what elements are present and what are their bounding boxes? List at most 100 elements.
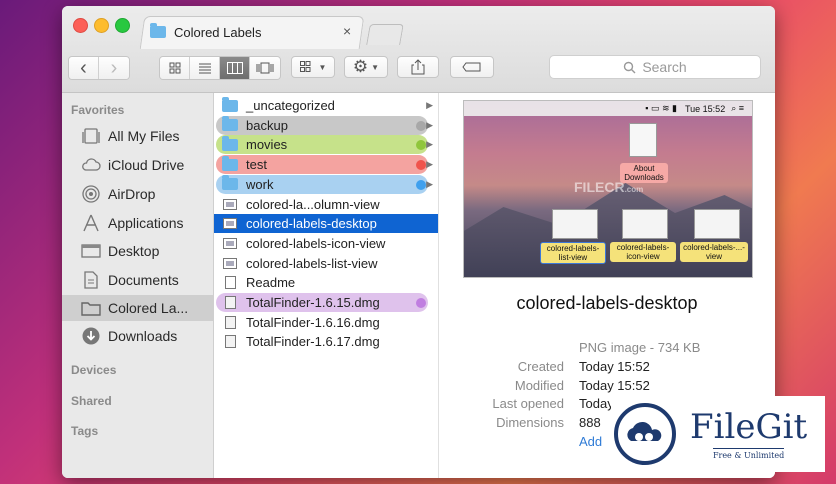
sidebar: Favorites All My Files iCloud Drive AirD…: [62, 93, 214, 478]
file-row[interactable]: backup ▶: [214, 115, 438, 135]
sidebar-item-downloads[interactable]: Downloads: [62, 323, 213, 349]
folder-icon: [150, 23, 166, 38]
disk-image-icon: [222, 315, 238, 329]
file-row[interactable]: TotalFinder-1.6.16.dmg: [214, 313, 438, 332]
disk-image-icon: [222, 335, 238, 349]
filegit-logo-icon: [614, 403, 676, 465]
file-row[interactable]: colored-labels-desktop: [214, 214, 438, 234]
sidebar-item-desktop[interactable]: Desktop: [62, 238, 213, 264]
forward-button[interactable]: ›: [99, 57, 129, 79]
tab-colored-labels[interactable]: Colored Labels: [150, 20, 360, 44]
thumbnail-window-2: [622, 209, 668, 239]
meta-last-opened-label: Last opened: [492, 396, 564, 411]
preview-title: colored-labels-desktop: [516, 293, 698, 313]
disclosure-arrow-icon: ▶: [426, 139, 433, 150]
cover-flow-button[interactable]: [250, 57, 280, 79]
tags-button[interactable]: [450, 56, 494, 78]
disclosure-arrow-icon: ▶: [426, 119, 433, 130]
applications-icon: [80, 214, 102, 232]
list-icon: [198, 63, 211, 74]
chevron-down-icon: ▼: [318, 62, 327, 72]
new-tab-button[interactable]: [366, 24, 404, 45]
back-button[interactable]: ‹: [69, 57, 99, 79]
zoom-window-button[interactable]: [115, 18, 130, 33]
file-name: colored-labels-desktop: [246, 216, 377, 232]
sidebar-item-applications[interactable]: Applications: [62, 210, 213, 236]
file-row[interactable]: colored-labels-icon-view: [214, 234, 438, 253]
color-label-dot: [416, 120, 426, 131]
file-row[interactable]: Readme: [214, 273, 438, 292]
file-name: TotalFinder-1.6.15.dmg: [246, 295, 380, 310]
arrange-button[interactable]: ▼: [291, 56, 335, 78]
thumbnail-file-icon: [629, 123, 657, 157]
close-window-button[interactable]: [73, 18, 88, 33]
thumbnail-label-1: colored-labels-list-view: [540, 242, 606, 264]
preview-kind: PNG image - 734 KB: [579, 340, 701, 355]
thumbnail-watermark-sub: .com: [624, 185, 644, 194]
disk-image-icon: [222, 296, 238, 309]
file-name: Readme: [246, 275, 296, 291]
icon-view-button[interactable]: [160, 57, 190, 79]
meta-modified-value: Today 15:52: [579, 378, 650, 393]
sidebar-item-colored-labels[interactable]: Colored La...: [62, 295, 213, 321]
disclosure-arrow-icon: ▶: [426, 159, 433, 170]
search-field[interactable]: Search: [549, 55, 761, 79]
chevron-down-icon: ▼: [371, 62, 380, 72]
file-name: colored-la...olumn-view: [246, 196, 380, 212]
list-view-button[interactable]: [190, 57, 220, 79]
preview-thumbnail[interactable]: ▪ ▭ ≋ ▮ Tue 15:52 ⌕ ≡ About Downloads FI…: [463, 100, 753, 278]
sidebar-item-label: AirDrop: [108, 186, 156, 202]
devices-heading[interactable]: Devices: [71, 363, 116, 377]
file-row[interactable]: test ▶: [214, 155, 438, 175]
all-files-icon: [80, 128, 102, 144]
file-row[interactable]: _uncategorized ▶: [214, 96, 438, 115]
sidebar-item-label: Applications: [108, 215, 184, 231]
image-file-icon: [222, 218, 238, 230]
color-label-dot: [416, 179, 426, 190]
sidebar-item-all-my-files[interactable]: All My Files: [62, 123, 213, 149]
disclosure-arrow-icon: ▶: [426, 100, 433, 110]
chevron-left-icon: ‹: [80, 57, 87, 79]
filegit-text: FileGit Free & Unlimited: [690, 408, 807, 460]
file-row[interactable]: work ▶: [214, 174, 438, 194]
add-tags-link[interactable]: Add: [579, 434, 602, 449]
folder-icon: [222, 116, 238, 132]
file-name: colored-labels-icon-view: [246, 235, 386, 251]
file-row[interactable]: movies ▶: [214, 135, 438, 155]
folder-icon: [222, 175, 238, 191]
share-button[interactable]: [397, 56, 439, 78]
file-row[interactable]: colored-la...olumn-view: [214, 195, 438, 214]
thumbnail-watermark-text: FILECR: [574, 179, 625, 195]
file-row[interactable]: colored-labels-list-view: [214, 254, 438, 273]
image-file-icon: [222, 237, 238, 249]
tab-title: Colored Labels: [174, 24, 262, 40]
meta-modified-label: Modified: [514, 378, 564, 393]
thumbnail-label-3: colored-labels-...-view: [680, 242, 748, 262]
documents-icon: [80, 271, 102, 289]
nav-buttons: ‹ ›: [68, 56, 130, 80]
shared-heading[interactable]: Shared: [71, 394, 112, 408]
airdrop-icon: [80, 185, 102, 203]
minimize-window-button[interactable]: [94, 18, 109, 33]
sidebar-item-documents[interactable]: Documents: [62, 267, 213, 293]
image-file-icon: [222, 257, 238, 269]
tab-close-icon[interactable]: ×: [343, 23, 351, 39]
search-icon: [624, 61, 636, 73]
sidebar-item-icloud-drive[interactable]: iCloud Drive: [62, 152, 213, 178]
sidebar-item-label: All My Files: [108, 128, 180, 144]
thumbnail-window-3: [694, 209, 740, 239]
folder-icon: [222, 135, 238, 151]
file-name: backup: [246, 117, 288, 133]
filegit-name: FileGit: [690, 407, 808, 447]
folder-icon: [80, 300, 102, 316]
action-button[interactable]: ⚙ ▼: [344, 56, 388, 78]
disclosure-arrow-icon: ▶: [426, 178, 433, 189]
image-file-icon: [222, 198, 238, 210]
tag-icon: [462, 62, 481, 72]
tags-heading[interactable]: Tags: [71, 424, 98, 438]
sidebar-item-airdrop[interactable]: AirDrop: [62, 181, 213, 207]
column-view-button[interactable]: [220, 57, 250, 79]
file-row[interactable]: TotalFinder-1.6.15.dmg: [214, 293, 438, 312]
file-name: colored-labels-list-view: [246, 255, 378, 271]
file-row[interactable]: TotalFinder-1.6.17.dmg: [214, 332, 438, 351]
